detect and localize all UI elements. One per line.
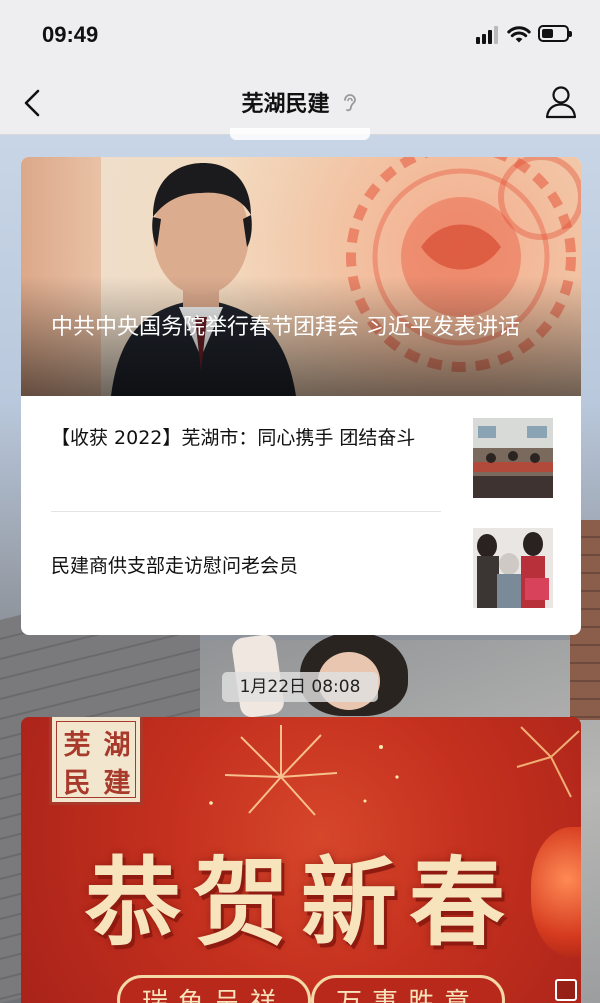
lead-article-title: 中共中央国务院举行春节团拜会 习近平发表讲话 [51, 315, 520, 340]
list-item-thumbnail [473, 418, 553, 498]
greeting-card[interactable]: 芜 湖 民 建 恭贺新春 瑞鱼呈祥 万事胜意 [21, 717, 581, 1003]
list-item-title: 民建商供支部走访慰问老会员 [51, 555, 299, 577]
ear-icon [343, 94, 356, 112]
brand-seal: 芜 湖 民 建 [49, 717, 143, 805]
profile-icon[interactable] [544, 84, 578, 120]
list-item-thumbnail [473, 528, 553, 608]
list-item-title: 【收获 2022】芜湖市：同心携手 团结奋斗 [51, 427, 416, 449]
expand-icon[interactable] [555, 979, 577, 1001]
message-timestamp: 1月22日 08:08 [222, 672, 378, 702]
seal-char: 建 [103, 768, 131, 799]
status-bar: 09:49 [0, 0, 600, 72]
greeting-title: 恭贺新春 [85, 846, 517, 959]
lead-article[interactable]: 中共中央国务院举行春节团拜会 习近平发表讲话 [21, 157, 581, 396]
firework-decoration [516, 726, 580, 798]
list-item[interactable]: 【收获 2022】芜湖市：同心携手 团结奋斗 [21, 396, 581, 514]
nav-bar: 芜湖民建 [0, 72, 600, 135]
wifi-icon [507, 26, 531, 43]
signal-icon [476, 26, 502, 44]
greeting-phrase: 万事胜意 [311, 975, 506, 1003]
status-time: 09:49 [42, 22, 99, 47]
seal-char: 芜 [63, 730, 91, 761]
seal-char: 民 [63, 768, 91, 799]
article-card: 中共中央国务院举行春节团拜会 习近平发表讲话 【收获 2022】芜湖市：同心携手… [21, 157, 581, 635]
list-item[interactable]: 民建商供支部走访慰问老会员 [21, 512, 581, 630]
battery-icon [538, 25, 572, 42]
firework-decoration [209, 725, 399, 816]
seal-char: 湖 [103, 730, 131, 761]
greeting-phrase: 瑞鱼呈祥 [117, 975, 312, 1003]
nav-title-group: 芜湖民建 [0, 86, 600, 118]
previous-message-edge [230, 128, 370, 140]
page-title: 芜湖民建 [241, 92, 330, 117]
